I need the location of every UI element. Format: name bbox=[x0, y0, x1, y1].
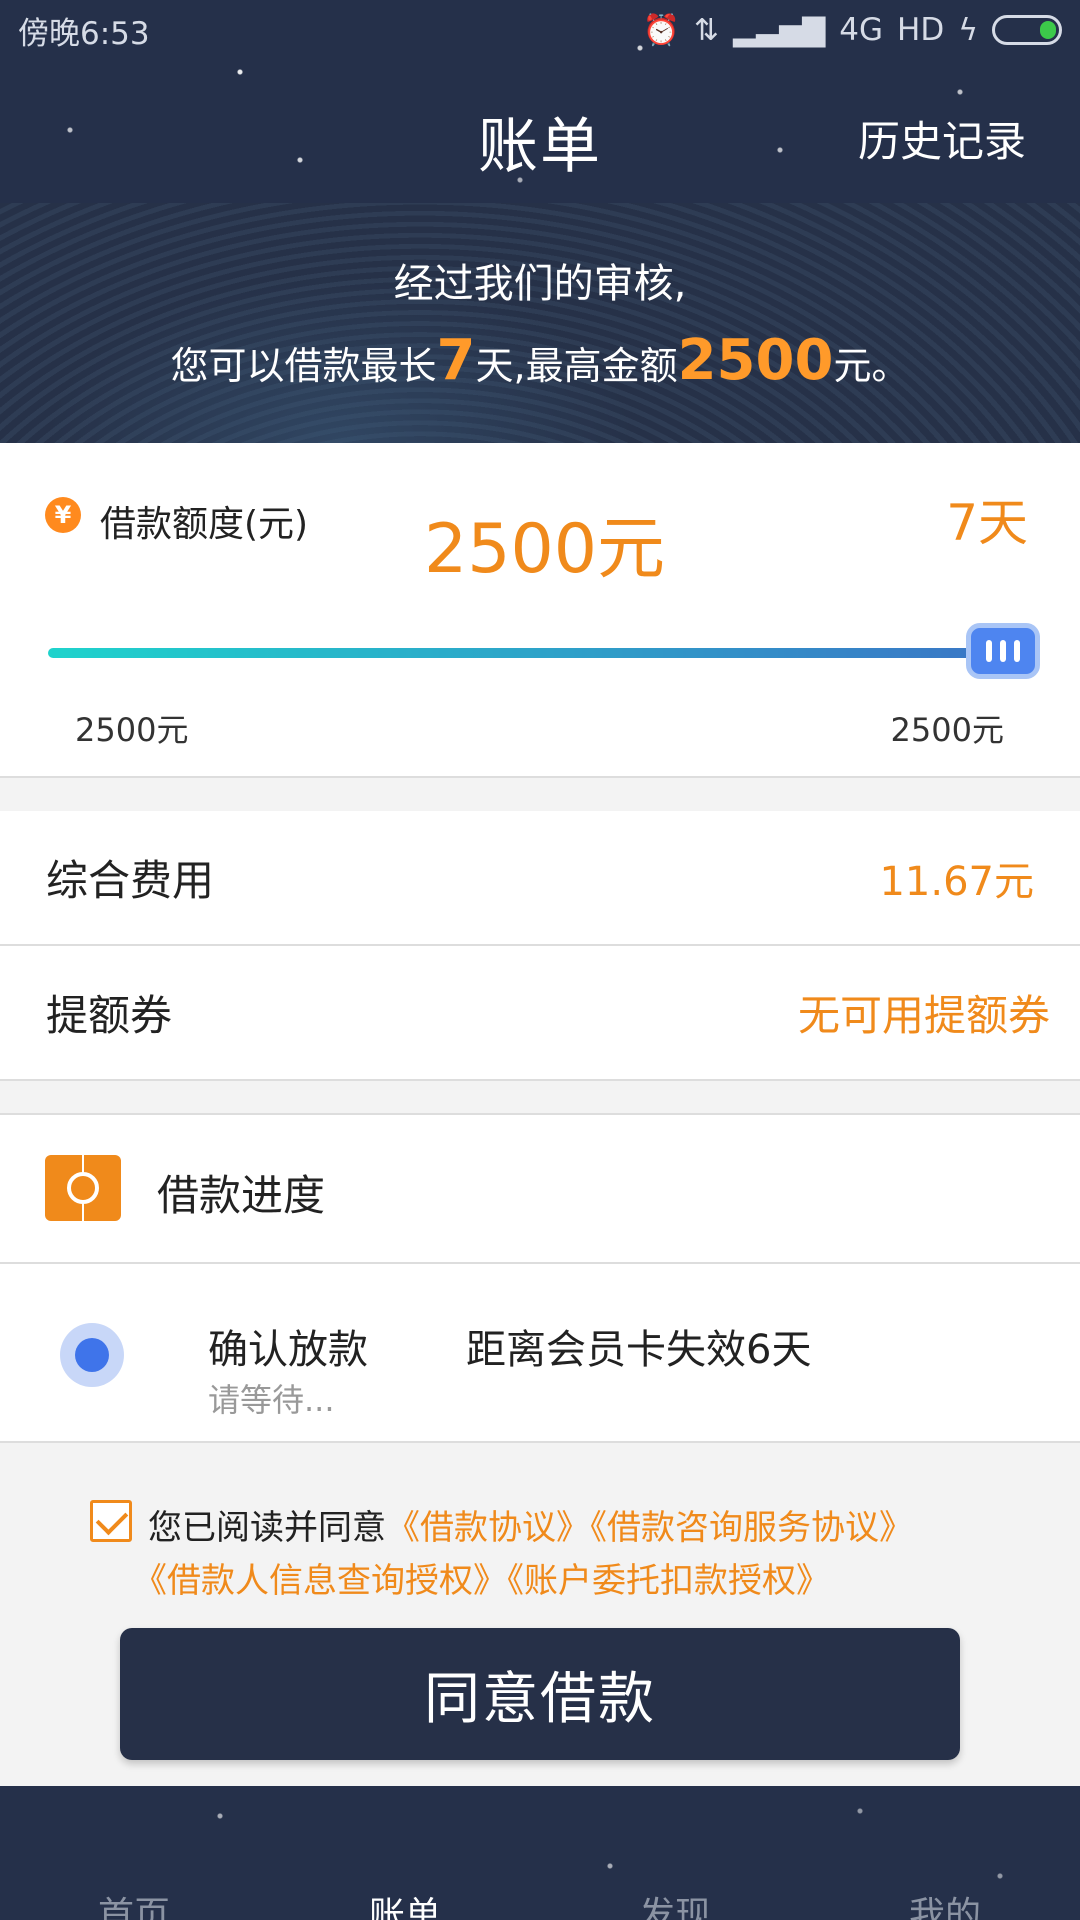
total-fee-label: 综合费用 bbox=[46, 856, 215, 905]
data-transfer-icon: ⇅ bbox=[693, 12, 719, 48]
banner-max-days: 7 bbox=[436, 328, 476, 393]
yuan-icon: ¥ bbox=[45, 497, 81, 533]
header-area: 傍晚6:53 ⏰ ⇅ ▂▃▅▇ 4G HD ϟ 账单 历史记录 bbox=[0, 0, 1080, 203]
hd-label: HD bbox=[897, 12, 945, 48]
agree-loan-button[interactable]: 同意借款 bbox=[120, 1628, 960, 1760]
grip-line-icon bbox=[1014, 640, 1020, 662]
banner-text-middle: 天,最高金额 bbox=[475, 344, 678, 388]
step-title: 确认放款 bbox=[208, 1327, 368, 1373]
amount-slider-track[interactable] bbox=[48, 648, 1016, 658]
nav-item-discover[interactable]: 发现 bbox=[639, 1886, 711, 1920]
banner-line-1: 经过我们的审核, bbox=[393, 261, 687, 307]
history-link[interactable]: 历史记录 bbox=[858, 108, 1026, 169]
signal-icon: ▂▃▅▇ bbox=[732, 12, 826, 48]
battery-icon bbox=[992, 15, 1062, 45]
network-type: 4G bbox=[839, 12, 884, 48]
progress-icon bbox=[45, 1155, 121, 1221]
slider-min-label: 2500元 bbox=[75, 711, 189, 749]
banner-max-amount: 2500 bbox=[677, 328, 834, 393]
amount-slider-thumb[interactable] bbox=[966, 623, 1040, 679]
alarm-icon: ⏰ bbox=[642, 12, 680, 48]
divider bbox=[0, 1262, 1080, 1264]
title-bar: 账单 历史记录 bbox=[0, 78, 1080, 188]
banner-line-2: 您可以借款最长7天,最高金额2500元。 bbox=[0, 328, 1080, 393]
progress-title: 借款进度 bbox=[157, 1171, 326, 1220]
step-note: 距离会员卡失效6天 bbox=[466, 1327, 812, 1373]
loan-days-value[interactable]: 7天 bbox=[946, 483, 1028, 555]
bottom-nav: 首页 账单 发现 我的 bbox=[0, 1786, 1080, 1920]
agreement-checkbox[interactable] bbox=[90, 1500, 132, 1542]
coupon-row[interactable]: 提额券 无可用提额券 bbox=[0, 946, 1080, 1081]
status-bar: 傍晚6:53 ⏰ ⇅ ▂▃▅▇ 4G HD ϟ bbox=[0, 0, 1080, 60]
loan-agreement-link[interactable]: 《借款协议》 bbox=[386, 1508, 590, 1548]
bill-page: 傍晚6:53 ⏰ ⇅ ▂▃▅▇ 4G HD ϟ 账单 历史记录 经过我们的审核,… bbox=[0, 0, 1080, 1920]
status-icons: ⏰ ⇅ ▂▃▅▇ 4G HD ϟ bbox=[642, 12, 1062, 48]
status-time: 傍晚6:53 bbox=[18, 15, 150, 52]
coupon-value: 无可用提额券 bbox=[797, 991, 1050, 1040]
total-fee-row: 综合费用 11.67元 bbox=[0, 811, 1080, 946]
agreement-prefix: 您已阅读并同意 bbox=[148, 1508, 386, 1548]
loan-amount-card: ¥ 借款额度(元) 2500元 7天 2500元 2500元 bbox=[0, 443, 1080, 778]
loan-progress-card: 借款进度 确认放款 距离会员卡失效6天 请等待... bbox=[0, 1113, 1080, 1443]
agreement-line-2: 《借款人信息查询授权》《账户委托扣款授权》 bbox=[133, 1553, 830, 1602]
banner-text-prefix: 您可以借款最长 bbox=[170, 344, 437, 388]
loan-amount-value: 2500元 bbox=[424, 510, 666, 589]
info-query-authorization-link[interactable]: 《借款人信息查询授权》 bbox=[133, 1561, 507, 1601]
nav-item-home[interactable]: 首页 bbox=[98, 1886, 170, 1920]
grip-line-icon bbox=[1000, 640, 1006, 662]
agreement-line-1: 您已阅读并同意《借款协议》《借款咨询服务协议》 bbox=[148, 1500, 913, 1549]
banner-text-suffix: 元。 bbox=[833, 344, 910, 388]
step-dot-icon bbox=[60, 1323, 124, 1387]
total-fee-value: 11.67元 bbox=[879, 858, 1034, 905]
coupon-label: 提额券 bbox=[46, 991, 173, 1040]
step-subtitle: 请等待... bbox=[208, 1381, 335, 1419]
consulting-agreement-link[interactable]: 《借款咨询服务协议》 bbox=[590, 1508, 913, 1548]
nav-item-mine[interactable]: 我的 bbox=[909, 1886, 981, 1920]
grip-line-icon bbox=[986, 640, 992, 662]
nav-item-bill[interactable]: 账单 bbox=[369, 1886, 441, 1920]
loan-amount-label: 借款额度(元) bbox=[100, 504, 309, 545]
auto-debit-authorization-link[interactable]: 《账户委托扣款授权》 bbox=[507, 1561, 830, 1601]
approval-banner: 经过我们的审核, 您可以借款最长7天,最高金额2500元。 bbox=[0, 203, 1080, 443]
slider-max-label: 2500元 bbox=[890, 711, 1004, 749]
charging-icon: ϟ bbox=[958, 12, 978, 48]
